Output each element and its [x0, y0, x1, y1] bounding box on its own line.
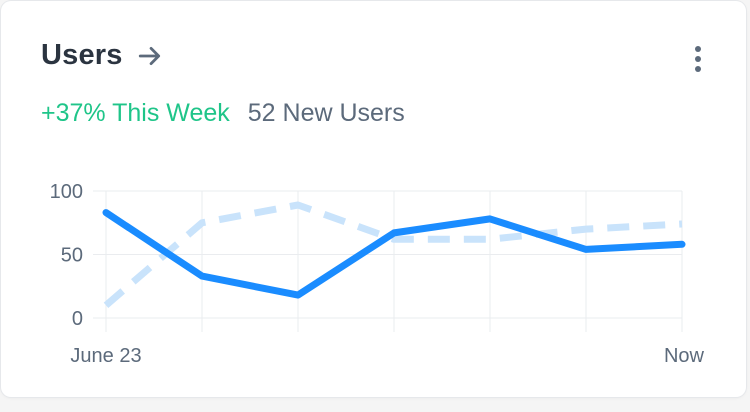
y-tick-label: 0	[72, 308, 83, 330]
y-tick-label: 100	[50, 181, 83, 203]
users-line-chart: 0 50 100 June 23 Now	[50, 181, 705, 367]
users-card: Users +37% This Week 52 New Users 0 50 100 J…	[1, 1, 746, 397]
y-tick-label: 50	[61, 245, 83, 267]
x-tick-label: June 23	[70, 345, 141, 367]
x-tick-label: Now	[664, 345, 705, 367]
